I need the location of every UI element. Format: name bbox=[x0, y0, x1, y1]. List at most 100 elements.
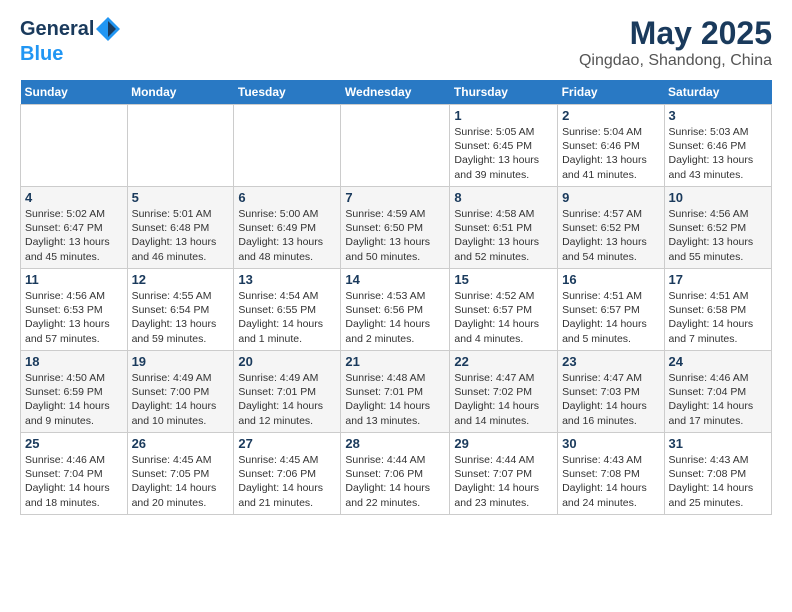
day-number: 28 bbox=[345, 436, 445, 451]
calendar-cell: 26 Sunrise: 4:45 AM Sunset: 7:05 PM Dayli… bbox=[127, 433, 234, 515]
day-number: 14 bbox=[345, 272, 445, 287]
day-number: 31 bbox=[669, 436, 767, 451]
day-number: 5 bbox=[132, 190, 230, 205]
calendar-cell: 24Sunrise: 4:46 AM Sunset: 7:04 PM Dayli… bbox=[664, 351, 771, 433]
calendar-week-5: 25Sunrise: 4:46 AM Sunset: 7:04 PM Dayli… bbox=[21, 433, 772, 515]
day-number: 1 bbox=[454, 108, 553, 123]
day-number: 15 bbox=[454, 272, 553, 287]
day-number: 29 bbox=[454, 436, 553, 451]
day-number: 21 bbox=[345, 354, 445, 369]
calendar-cell: 28Sunrise: 4:44 AM Sunset: 7:06 PM Dayli… bbox=[341, 433, 450, 515]
day-number: 17 bbox=[669, 272, 767, 287]
day-info: Sunrise: 4:56 AM Sunset: 6:52 PM Dayligh… bbox=[669, 207, 767, 264]
day-info: Sunrise: 4:55 AM Sunset: 6:54 PM Dayligh… bbox=[132, 289, 230, 346]
calendar-cell: 19 Sunrise: 4:49 AM Sunset: 7:00 PM Dayli… bbox=[127, 351, 234, 433]
day-number: 4 bbox=[25, 190, 123, 205]
calendar-cell: 31Sunrise: 4:43 AM Sunset: 7:08 PM Dayli… bbox=[664, 433, 771, 515]
col-header-thursday: Thursday bbox=[450, 80, 558, 105]
day-number: 3 bbox=[669, 108, 767, 123]
day-info: Sunrise: 4:52 AM Sunset: 6:57 PM Dayligh… bbox=[454, 289, 553, 346]
day-info: Sunrise: 4:46 AM Sunset: 7:04 PM Dayligh… bbox=[25, 453, 123, 510]
day-number: 27 bbox=[238, 436, 336, 451]
day-info: Sunrise: 4:48 AM Sunset: 7:01 PM Dayligh… bbox=[345, 371, 445, 428]
calendar-cell: 2 Sunrise: 5:04 AM Sunset: 6:46 PM Daylig… bbox=[558, 105, 664, 187]
day-info: Sunrise: 5:04 AM Sunset: 6:46 PM Dayligh… bbox=[562, 125, 659, 182]
day-number: 2 bbox=[562, 108, 659, 123]
calendar-cell: 30 Sunrise: 4:43 AM Sunset: 7:08 PM Dayli… bbox=[558, 433, 664, 515]
calendar-cell bbox=[21, 105, 128, 187]
col-header-tuesday: Tuesday bbox=[234, 80, 341, 105]
day-info: Sunrise: 4:43 AM Sunset: 7:08 PM Dayligh… bbox=[562, 453, 659, 510]
day-info: Sunrise: 4:47 AM Sunset: 7:02 PM Dayligh… bbox=[454, 371, 553, 428]
calendar-week-4: 18Sunrise: 4:50 AM Sunset: 6:59 PM Dayli… bbox=[21, 351, 772, 433]
col-header-sunday: Sunday bbox=[21, 80, 128, 105]
day-number: 23 bbox=[562, 354, 659, 369]
calendar-week-1: 1 Sunrise: 5:05 AM Sunset: 6:45 PM Daylig… bbox=[21, 105, 772, 187]
calendar-cell: 20Sunrise: 4:49 AM Sunset: 7:01 PM Dayli… bbox=[234, 351, 341, 433]
header: General Blue May 2025 Qingdao, Shandong,… bbox=[20, 15, 772, 70]
calendar-cell: 7 Sunrise: 4:59 AM Sunset: 6:50 PM Daylig… bbox=[341, 187, 450, 269]
calendar-cell: 17 Sunrise: 4:51 AM Sunset: 6:58 PM Dayli… bbox=[664, 269, 771, 351]
day-number: 18 bbox=[25, 354, 123, 369]
calendar-table: SundayMondayTuesdayWednesdayThursdayFrid… bbox=[20, 80, 772, 515]
day-info: Sunrise: 4:56 AM Sunset: 6:53 PM Dayligh… bbox=[25, 289, 123, 346]
day-info: Sunrise: 4:53 AM Sunset: 6:56 PM Dayligh… bbox=[345, 289, 445, 346]
calendar-cell: 14 Sunrise: 4:53 AM Sunset: 6:56 PM Dayli… bbox=[341, 269, 450, 351]
calendar-cell: 5Sunrise: 5:01 AM Sunset: 6:48 PM Daylig… bbox=[127, 187, 234, 269]
calendar-cell: 4Sunrise: 5:02 AM Sunset: 6:47 PM Daylig… bbox=[21, 187, 128, 269]
day-number: 16 bbox=[562, 272, 659, 287]
day-info: Sunrise: 4:51 AM Sunset: 6:57 PM Dayligh… bbox=[562, 289, 659, 346]
calendar-cell: 11 Sunrise: 4:56 AM Sunset: 6:53 PM Dayli… bbox=[21, 269, 128, 351]
logo-blue: Blue bbox=[20, 43, 63, 65]
calendar-week-2: 4Sunrise: 5:02 AM Sunset: 6:47 PM Daylig… bbox=[21, 187, 772, 269]
day-number: 30 bbox=[562, 436, 659, 451]
day-number: 6 bbox=[238, 190, 336, 205]
day-info: Sunrise: 4:45 AM Sunset: 7:06 PM Dayligh… bbox=[238, 453, 336, 510]
day-info: Sunrise: 4:46 AM Sunset: 7:04 PM Dayligh… bbox=[669, 371, 767, 428]
calendar-cell bbox=[127, 105, 234, 187]
calendar-cell: 25Sunrise: 4:46 AM Sunset: 7:04 PM Dayli… bbox=[21, 433, 128, 515]
subtitle: Qingdao, Shandong, China bbox=[579, 52, 772, 70]
day-number: 7 bbox=[345, 190, 445, 205]
day-info: Sunrise: 5:05 AM Sunset: 6:45 PM Dayligh… bbox=[454, 125, 553, 182]
col-header-monday: Monday bbox=[127, 80, 234, 105]
main-title: May 2025 bbox=[579, 15, 772, 52]
calendar-cell bbox=[341, 105, 450, 187]
calendar-week-3: 11 Sunrise: 4:56 AM Sunset: 6:53 PM Dayli… bbox=[21, 269, 772, 351]
calendar-cell: 12 Sunrise: 4:55 AM Sunset: 6:54 PM Dayli… bbox=[127, 269, 234, 351]
day-info: Sunrise: 4:59 AM Sunset: 6:50 PM Dayligh… bbox=[345, 207, 445, 264]
calendar-cell: 9 Sunrise: 4:57 AM Sunset: 6:52 PM Daylig… bbox=[558, 187, 664, 269]
day-number: 11 bbox=[25, 272, 123, 287]
logo: General Blue bbox=[20, 15, 122, 65]
day-info: Sunrise: 4:54 AM Sunset: 6:55 PM Dayligh… bbox=[238, 289, 336, 346]
logo-icon bbox=[94, 15, 122, 43]
calendar-cell: 15 Sunrise: 4:52 AM Sunset: 6:57 PM Dayli… bbox=[450, 269, 558, 351]
day-number: 9 bbox=[562, 190, 659, 205]
calendar-cell: 27 Sunrise: 4:45 AM Sunset: 7:06 PM Dayli… bbox=[234, 433, 341, 515]
day-info: Sunrise: 4:44 AM Sunset: 7:07 PM Dayligh… bbox=[454, 453, 553, 510]
day-info: Sunrise: 4:49 AM Sunset: 7:01 PM Dayligh… bbox=[238, 371, 336, 428]
calendar-cell: 6 Sunrise: 5:00 AM Sunset: 6:49 PM Daylig… bbox=[234, 187, 341, 269]
day-info: Sunrise: 4:51 AM Sunset: 6:58 PM Dayligh… bbox=[669, 289, 767, 346]
day-number: 26 bbox=[132, 436, 230, 451]
calendar-header-row: SundayMondayTuesdayWednesdayThursdayFrid… bbox=[21, 80, 772, 105]
calendar-cell: 10Sunrise: 4:56 AM Sunset: 6:52 PM Dayli… bbox=[664, 187, 771, 269]
calendar-cell: 13 Sunrise: 4:54 AM Sunset: 6:55 PM Dayli… bbox=[234, 269, 341, 351]
day-number: 12 bbox=[132, 272, 230, 287]
calendar-cell: 22 Sunrise: 4:47 AM Sunset: 7:02 PM Dayli… bbox=[450, 351, 558, 433]
calendar-cell: 18Sunrise: 4:50 AM Sunset: 6:59 PM Dayli… bbox=[21, 351, 128, 433]
day-number: 19 bbox=[132, 354, 230, 369]
logo-text: General bbox=[20, 18, 94, 40]
day-number: 13 bbox=[238, 272, 336, 287]
day-info: Sunrise: 4:45 AM Sunset: 7:05 PM Dayligh… bbox=[132, 453, 230, 510]
calendar-cell: 23Sunrise: 4:47 AM Sunset: 7:03 PM Dayli… bbox=[558, 351, 664, 433]
calendar-cell: 21 Sunrise: 4:48 AM Sunset: 7:01 PM Dayli… bbox=[341, 351, 450, 433]
day-info: Sunrise: 4:57 AM Sunset: 6:52 PM Dayligh… bbox=[562, 207, 659, 264]
calendar-cell: 16 Sunrise: 4:51 AM Sunset: 6:57 PM Dayli… bbox=[558, 269, 664, 351]
day-info: Sunrise: 4:49 AM Sunset: 7:00 PM Dayligh… bbox=[132, 371, 230, 428]
col-header-wednesday: Wednesday bbox=[341, 80, 450, 105]
day-info: Sunrise: 5:00 AM Sunset: 6:49 PM Dayligh… bbox=[238, 207, 336, 264]
day-number: 22 bbox=[454, 354, 553, 369]
calendar-cell bbox=[234, 105, 341, 187]
col-header-saturday: Saturday bbox=[664, 80, 771, 105]
